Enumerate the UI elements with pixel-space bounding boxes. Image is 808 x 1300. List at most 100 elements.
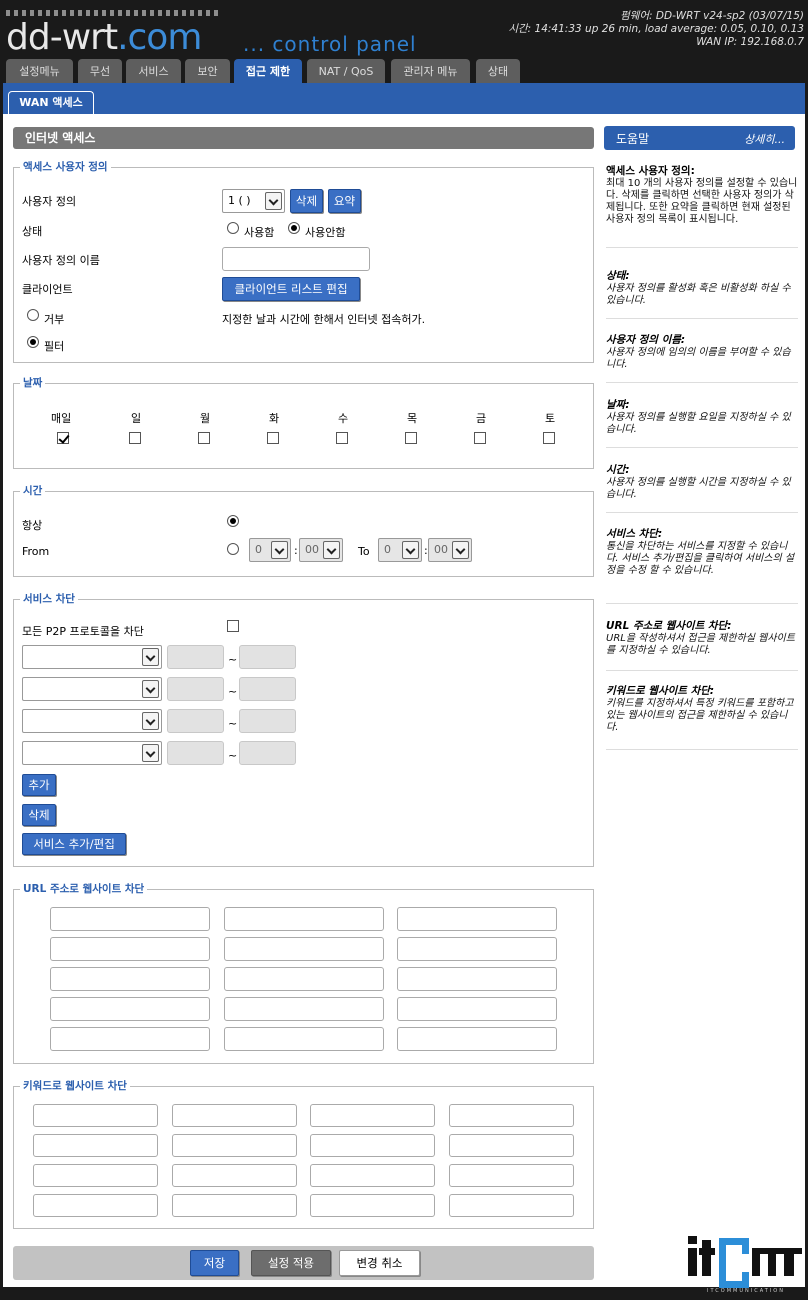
help-item: 사용자 정의 이름: 사용자 정의에 임의의 이름을 부여할 수 있습니다. [606, 333, 798, 383]
day-checkbox[interactable] [57, 432, 69, 444]
keyword-block-input[interactable] [172, 1104, 297, 1127]
from-minute-select[interactable]: 00 [299, 538, 343, 562]
url-block-input[interactable] [50, 967, 210, 991]
summary-button[interactable]: 요약 [328, 189, 361, 213]
keyword-block-input[interactable] [33, 1194, 158, 1217]
keyword-block-input[interactable] [449, 1164, 574, 1187]
policy-name-label: 사용자 정의 이름 [22, 254, 100, 267]
subtab-wan-access[interactable]: WAN 액세스 [8, 91, 94, 114]
keyword-block-fieldset: 키워드로 웹사이트 차단 [13, 1079, 594, 1229]
day-checkbox[interactable] [267, 432, 279, 444]
edit-client-list-button[interactable]: 클라이언트 리스트 편집 [222, 277, 360, 301]
from-minute-value: 00 [305, 543, 319, 556]
keyword-block-input[interactable] [310, 1134, 435, 1157]
p2p-label: 모든 P2P 프로토콜을 차단 [22, 625, 144, 638]
help-item: 액세스 사용자 정의: 최대 10 개의 사용자 정의를 설정할 수 있습니다.… [606, 164, 798, 248]
status-disable-radio[interactable] [288, 222, 300, 234]
tab-access-restrictions[interactable]: 접근 제한 [234, 59, 302, 85]
port-start-input[interactable] [167, 709, 224, 733]
url-block-input[interactable] [50, 997, 210, 1021]
time-always-radio[interactable] [227, 515, 239, 527]
keyword-block-input[interactable] [33, 1104, 158, 1127]
url-block-input[interactable] [224, 967, 384, 991]
url-block-input[interactable] [50, 907, 210, 931]
delete-service-button[interactable]: 삭제 [22, 804, 56, 826]
tab-administration[interactable]: 관리자 메뉴 [391, 59, 470, 84]
delete-policy-button[interactable]: 삭제 [290, 189, 323, 213]
tab-services[interactable]: 서비스 [126, 59, 181, 84]
url-block-input[interactable] [224, 1027, 384, 1051]
tab-status[interactable]: 상태 [476, 59, 520, 84]
edit-services-button[interactable]: 서비스 추가/편집 [22, 833, 126, 855]
port-end-input[interactable] [239, 709, 296, 733]
chevron-down-icon [271, 541, 288, 559]
url-block-input[interactable] [397, 1027, 557, 1051]
service-select[interactable] [22, 677, 162, 701]
port-start-input[interactable] [167, 677, 224, 701]
day-checkbox[interactable] [129, 432, 141, 444]
itcm-logo-graphic [688, 1236, 802, 1288]
to-hour-select[interactable]: 0 [378, 538, 422, 562]
logo-dots [6, 10, 218, 16]
url-block-input[interactable] [224, 937, 384, 961]
keyword-block-input[interactable] [449, 1134, 574, 1157]
url-block-input[interactable] [224, 907, 384, 931]
policy-info-text: 지정한 날과 시간에 한해서 인터넷 접속허가. [222, 313, 426, 326]
keyword-block-input[interactable] [33, 1164, 158, 1187]
tab-setup[interactable]: 설정메뉴 [6, 59, 73, 84]
port-end-input[interactable] [239, 645, 296, 669]
url-block-input[interactable] [397, 967, 557, 991]
keyword-block-input[interactable] [449, 1104, 574, 1127]
port-start-input[interactable] [167, 645, 224, 669]
keyword-block-input[interactable] [310, 1194, 435, 1217]
status-enable-radio[interactable] [227, 222, 239, 234]
time-range-radio[interactable] [227, 543, 239, 555]
policy-name-input[interactable] [222, 247, 370, 271]
day-checkbox[interactable] [198, 432, 210, 444]
help-more-link[interactable]: 상세히... [744, 131, 785, 147]
p2p-checkbox[interactable] [227, 620, 239, 632]
chevron-down-icon [452, 541, 469, 559]
apply-settings-button[interactable]: 설정 적용 [251, 1250, 331, 1276]
deny-radio[interactable] [27, 309, 39, 321]
tab-wireless[interactable]: 무선 [78, 59, 122, 84]
add-service-button[interactable]: 추가 [22, 774, 56, 796]
services-legend: 서비스 차단 [20, 592, 78, 606]
url-block-input[interactable] [50, 1027, 210, 1051]
save-button[interactable]: 저장 [190, 1250, 239, 1276]
tab-security[interactable]: 보안 [185, 59, 230, 84]
port-start-input[interactable] [167, 741, 224, 765]
port-end-input[interactable] [239, 741, 296, 765]
day-checkbox[interactable] [543, 432, 555, 444]
help-heading: 날짜: [606, 399, 630, 411]
url-block-input[interactable] [397, 907, 557, 931]
keyword-block-input[interactable] [172, 1194, 297, 1217]
cancel-changes-button[interactable]: 변경 취소 [339, 1250, 420, 1276]
tilde: ~ [228, 717, 238, 730]
tab-nat-qos[interactable]: NAT / QoS [307, 59, 385, 84]
keyword-block-input[interactable] [310, 1164, 435, 1187]
url-block-input[interactable] [397, 937, 557, 961]
day-checkbox[interactable] [336, 432, 348, 444]
day-checkbox[interactable] [405, 432, 417, 444]
service-select[interactable] [22, 709, 162, 733]
policy-select[interactable]: 1 ( ) [222, 189, 285, 213]
to-hour-value: 0 [384, 543, 391, 556]
url-block-input[interactable] [224, 997, 384, 1021]
port-end-input[interactable] [239, 677, 296, 701]
chevron-down-icon [402, 541, 419, 559]
keyword-block-input[interactable] [172, 1134, 297, 1157]
keyword-block-input[interactable] [449, 1194, 574, 1217]
to-minute-select[interactable]: 00 [428, 538, 472, 562]
service-select[interactable] [22, 741, 162, 765]
filter-radio[interactable] [27, 336, 39, 348]
service-select[interactable] [22, 645, 162, 669]
control-panel-title: ... control panel [243, 32, 417, 56]
keyword-block-input[interactable] [172, 1164, 297, 1187]
url-block-input[interactable] [50, 937, 210, 961]
keyword-block-input[interactable] [33, 1134, 158, 1157]
from-hour-select[interactable]: 0 [249, 538, 291, 562]
url-block-input[interactable] [397, 997, 557, 1021]
day-checkbox[interactable] [474, 432, 486, 444]
keyword-block-input[interactable] [310, 1104, 435, 1127]
